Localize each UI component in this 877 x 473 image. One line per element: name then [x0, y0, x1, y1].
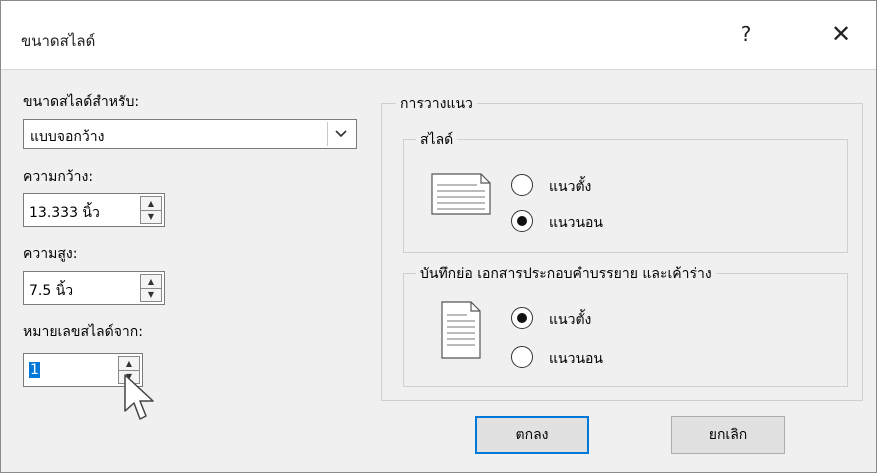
landscape-page-icon — [431, 173, 491, 219]
slide-size-select[interactable]: แบบจอกว้าง — [23, 119, 357, 149]
height-stepper[interactable]: ▲ ▼ — [140, 274, 162, 302]
close-button[interactable]: ✕ — [821, 17, 861, 51]
ok-button[interactable]: ตกลง — [475, 416, 589, 454]
slides-portrait-radio[interactable] — [511, 174, 533, 196]
spin-up-icon[interactable]: ▲ — [119, 357, 139, 371]
number-from-label: หมายเลขสไลด์จาก: — [23, 324, 143, 340]
width-value[interactable]: 13.333 นิ้ว — [29, 202, 100, 224]
notes-portrait-radio[interactable] — [511, 307, 533, 329]
slides-landscape-radio[interactable] — [511, 210, 533, 232]
cancel-button[interactable]: ยกเลิก — [671, 416, 785, 454]
spin-down-icon[interactable]: ▼ — [141, 210, 161, 223]
slides-portrait-label[interactable]: แนวตั้ง — [549, 176, 591, 198]
mouse-pointer-icon — [123, 373, 157, 429]
spin-up-icon[interactable]: ▲ — [141, 197, 161, 211]
notes-landscape-label[interactable]: แนวนอน — [549, 348, 603, 370]
slides-orientation-title: สไลด์ — [416, 129, 458, 151]
width-label: ความกว้าง: — [23, 169, 94, 185]
height-value[interactable]: 7.5 นิ้ว — [29, 280, 73, 302]
help-button[interactable]: ? — [731, 19, 761, 49]
spin-up-icon[interactable]: ▲ — [141, 275, 161, 289]
height-label: ความสูง: — [23, 246, 78, 262]
chevron-down-icon[interactable] — [327, 122, 354, 146]
slide-size-value: แบบจอกว้าง — [30, 129, 105, 145]
number-from-value[interactable]: 1 — [29, 362, 40, 378]
dialog-title: ขนาดสไลด์ — [21, 32, 96, 50]
notes-landscape-radio[interactable] — [511, 346, 533, 368]
slides-landscape-label[interactable]: แนวนอน — [549, 212, 603, 234]
width-stepper[interactable]: ▲ ▼ — [140, 196, 162, 224]
notes-orientation-title: บันทึกย่อ เอกสารประกอบคำบรรยาย และเค้าร่… — [416, 263, 716, 285]
title-bar: ขนาดสไลด์ ? ✕ — [1, 1, 876, 70]
slide-size-dialog: ขนาดสไลด์ ? ✕ ขนาดสไลด์สำหรับ: แบบจอกว้า… — [0, 0, 877, 473]
slide-size-label: ขนาดสไลด์สำหรับ: — [23, 94, 140, 110]
height-spinner[interactable]: 7.5 นิ้ว ▲ ▼ — [23, 271, 165, 305]
spin-down-icon[interactable]: ▼ — [141, 288, 161, 301]
orientation-title: การวางแนว — [396, 93, 477, 115]
width-spinner[interactable]: 13.333 นิ้ว ▲ ▼ — [23, 193, 165, 227]
portrait-page-icon — [441, 301, 481, 363]
notes-portrait-label[interactable]: แนวตั้ง — [549, 309, 591, 331]
